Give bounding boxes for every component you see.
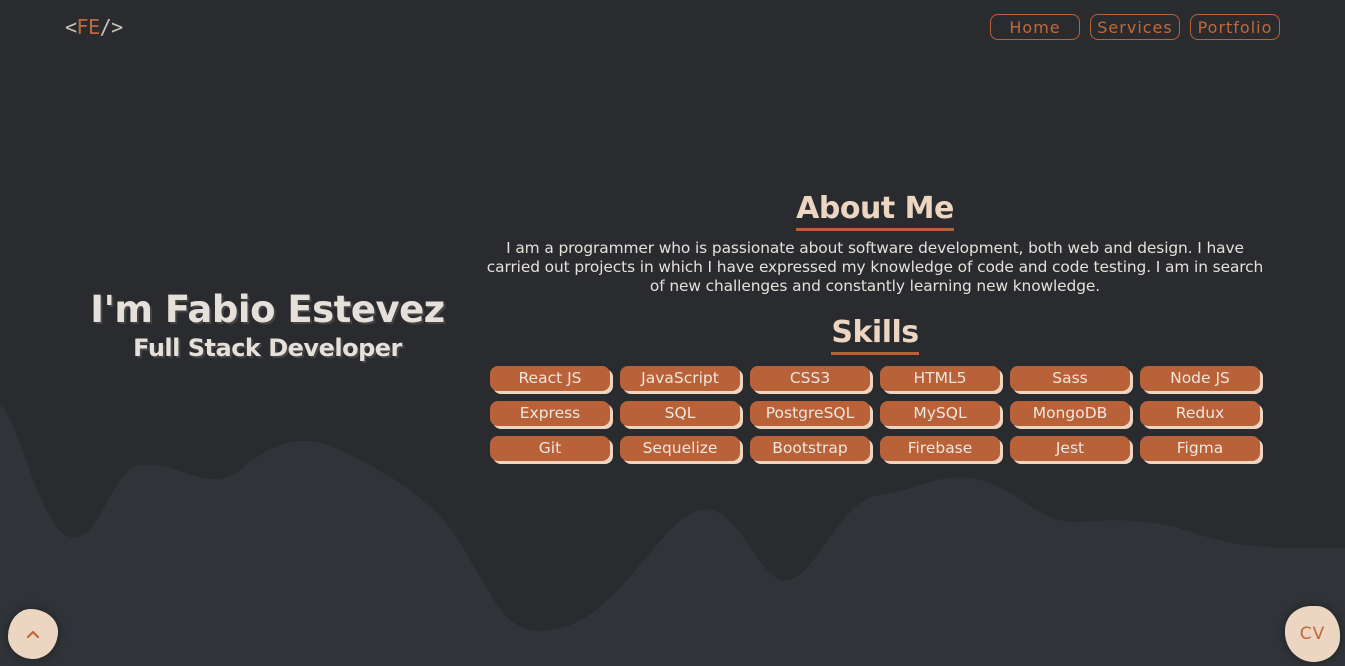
hero-role: Full Stack Developer [133, 334, 402, 362]
chevron-up-icon [26, 630, 40, 639]
logo-open: < [65, 15, 77, 39]
skill-node-js[interactable]: Node JS [1140, 366, 1260, 391]
skill-bootstrap[interactable]: Bootstrap [750, 436, 870, 461]
nav-home-button[interactable]: Home [990, 14, 1080, 40]
skill-sql[interactable]: SQL [620, 401, 740, 426]
skill-sass[interactable]: Sass [1010, 366, 1130, 391]
about-section: About Me I am a programmer who is passio… [480, 190, 1270, 296]
about-text: I am a programmer who is passionate abou… [486, 239, 1264, 295]
nav-portfolio-button[interactable]: Portfolio [1190, 14, 1280, 40]
cv-label: CV [1299, 624, 1326, 644]
logo-close: /> [99, 15, 124, 39]
hero-section: I'm Fabio Estevez Full Stack Developer [60, 288, 475, 364]
skill-redux[interactable]: Redux [1140, 401, 1260, 426]
skill-javascript[interactable]: JavaScript [620, 366, 740, 391]
main-nav: Home Services Portfolio [990, 14, 1280, 40]
about-title: About Me [796, 190, 954, 231]
skill-mysql[interactable]: MySQL [880, 401, 1000, 426]
skill-figma[interactable]: Figma [1140, 436, 1260, 461]
skill-react-js[interactable]: React JS [490, 366, 610, 391]
skill-postgresql[interactable]: PostgreSQL [750, 401, 870, 426]
nav-services-button[interactable]: Services [1090, 14, 1180, 40]
hero-name: I'm Fabio Estevez [90, 288, 445, 331]
skill-jest[interactable]: Jest [1010, 436, 1130, 461]
skill-sequelize[interactable]: Sequelize [620, 436, 740, 461]
skill-html5[interactable]: HTML5 [880, 366, 1000, 391]
skill-firebase[interactable]: Firebase [880, 436, 1000, 461]
skill-express[interactable]: Express [490, 401, 610, 426]
portfolio-page: <FE/> Home Services Portfolio I'm Fabio … [0, 0, 1345, 666]
logo-initials: FE [76, 15, 101, 39]
site-logo[interactable]: <FE/> [65, 15, 123, 39]
skills-header: Skills [480, 314, 1270, 355]
skill-mongodb[interactable]: MongoDB [1010, 401, 1130, 426]
skill-git[interactable]: Git [490, 436, 610, 461]
cv-download-button[interactable]: CV [1285, 606, 1340, 662]
skills-grid: React JS JavaScript CSS3 HTML5 Sass Node… [490, 366, 1270, 461]
skills-title: Skills [831, 314, 919, 355]
skill-css3[interactable]: CSS3 [750, 366, 870, 391]
